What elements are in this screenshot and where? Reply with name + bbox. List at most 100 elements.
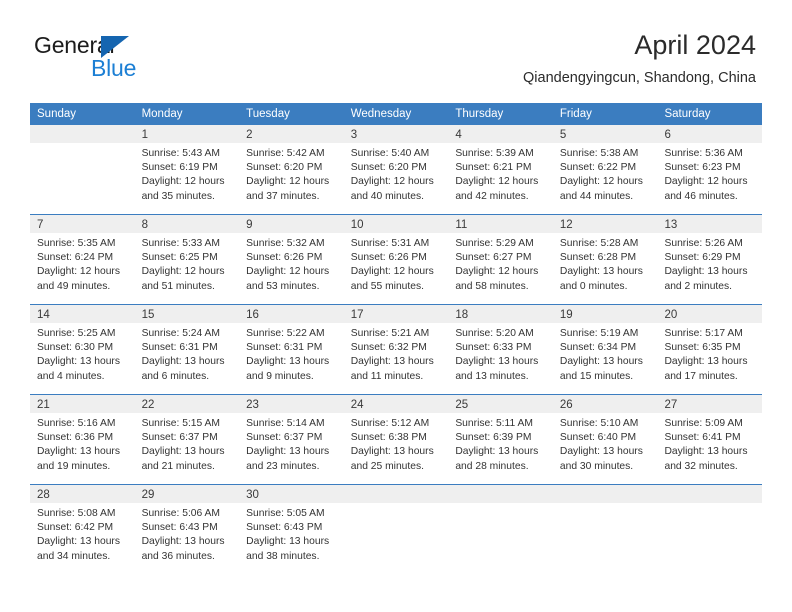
weekday-header-sunday: Sunday bbox=[37, 108, 77, 120]
calendar-day-cell[interactable]: 30 Sunrise: 5:05 AM Sunset: 6:43 PM Dayligh… bbox=[239, 485, 344, 574]
day-detail-line: Sunset: 6:34 PM bbox=[559, 342, 637, 354]
calendar-day-cell[interactable]: 6 Sunrise: 5:36 AM Sunset: 6:23 PM Daylight… bbox=[657, 125, 763, 214]
day-detail-line: Sunset: 6:39 PM bbox=[455, 432, 532, 444]
day-detail-line: Sunrise: 5:26 AM bbox=[664, 238, 743, 249]
day-details: Sunrise: 5:29 AM Sunset: 6:27 PM Daylight:… bbox=[448, 233, 553, 294]
day-detail-line: Sunrise: 5:39 AM bbox=[455, 148, 534, 159]
calendar-week-row: 28 Sunrise: 5:08 AM Sunset: 6:42 PM Dayligh… bbox=[30, 484, 763, 574]
day-number: 21 bbox=[37, 399, 50, 411]
day-number-band: 24 bbox=[343, 395, 449, 413]
day-number-band bbox=[343, 485, 449, 503]
calendar-day-cell[interactable]: 4 Sunrise: 5:39 AM Sunset: 6:21 PM Daylight… bbox=[448, 125, 553, 214]
calendar-day-cell[interactable]: 14 Sunrise: 5:25 AM Sunset: 6:30 PM Dayligh… bbox=[30, 305, 135, 394]
calendar-day-cell[interactable]: 26 Sunrise: 5:10 AM Sunset: 6:40 PM Dayligh… bbox=[552, 395, 658, 484]
day-details: Sunrise: 5:42 AM Sunset: 6:20 PM Daylight:… bbox=[239, 143, 344, 204]
day-details: Sunrise: 5:39 AM Sunset: 6:21 PM Daylight:… bbox=[448, 143, 553, 204]
day-number-band: 17 bbox=[343, 305, 449, 323]
calendar-empty-cell bbox=[448, 485, 553, 574]
day-detail-line: Daylight: 13 hours bbox=[559, 446, 643, 458]
day-detail-line: and 44 minutes. bbox=[559, 190, 634, 202]
day-detail-line: and 9 minutes. bbox=[246, 370, 314, 382]
calendar-day-cell[interactable]: 18 Sunrise: 5:20 AM Sunset: 6:33 PM Dayligh… bbox=[448, 305, 553, 394]
calendar-day-cell[interactable]: 24 Sunrise: 5:12 AM Sunset: 6:38 PM Dayligh… bbox=[343, 395, 449, 484]
page-subtitle: Qiandengyingcun, Shandong, China bbox=[523, 70, 756, 86]
calendar-day-cell[interactable]: 11 Sunrise: 5:29 AM Sunset: 6:27 PM Dayligh… bbox=[448, 215, 553, 304]
day-detail-line: Daylight: 12 hours bbox=[37, 266, 120, 278]
weekday-header-thursday: Thursday bbox=[455, 108, 504, 120]
calendar-day-cell[interactable]: 28 Sunrise: 5:08 AM Sunset: 6:42 PM Dayligh… bbox=[30, 485, 135, 574]
day-detail-line: and 51 minutes. bbox=[141, 280, 215, 292]
day-detail-line: and 6 minutes. bbox=[141, 370, 210, 382]
day-detail-line: and 19 minutes. bbox=[37, 460, 111, 472]
day-detail-line: Daylight: 12 hours bbox=[350, 176, 434, 188]
calendar-day-cell[interactable]: 15 Sunrise: 5:24 AM Sunset: 6:31 PM Dayligh… bbox=[134, 305, 240, 394]
day-detail-line: Sunset: 6:31 PM bbox=[246, 342, 323, 354]
day-detail-line: and 4 minutes. bbox=[37, 370, 105, 382]
calendar-day-cell[interactable]: 27 Sunrise: 5:09 AM Sunset: 6:41 PM Dayligh… bbox=[657, 395, 763, 484]
day-detail-line: Sunset: 6:25 PM bbox=[141, 252, 218, 264]
calendar-day-cell[interactable]: 21 Sunrise: 5:16 AM Sunset: 6:36 PM Dayligh… bbox=[30, 395, 135, 484]
day-number-band: 20 bbox=[657, 305, 763, 323]
calendar-day-cell[interactable]: 22 Sunrise: 5:15 AM Sunset: 6:37 PM Dayligh… bbox=[134, 395, 240, 484]
calendar-day-cell[interactable]: 5 Sunrise: 5:38 AM Sunset: 6:22 PM Daylight… bbox=[552, 125, 658, 214]
day-detail-line: and 55 minutes. bbox=[350, 280, 425, 292]
day-number-band: 21 bbox=[30, 395, 135, 413]
weekday-header-row: Sunday Monday Tuesday Wednesday Thursday… bbox=[30, 103, 762, 125]
day-number: 16 bbox=[246, 309, 259, 321]
day-detail-line: Sunset: 6:31 PM bbox=[141, 342, 218, 354]
day-detail-line: and 46 minutes. bbox=[664, 190, 738, 202]
day-number: 24 bbox=[350, 399, 364, 411]
day-detail-line: and 36 minutes. bbox=[141, 550, 215, 562]
calendar-day-cell[interactable]: 19 Sunrise: 5:19 AM Sunset: 6:34 PM Dayligh… bbox=[552, 305, 658, 394]
calendar-day-cell[interactable]: 7 Sunrise: 5:35 AM Sunset: 6:24 PM Daylight… bbox=[30, 215, 135, 304]
calendar-day-cell[interactable]: 13 Sunrise: 5:26 AM Sunset: 6:29 PM Dayligh… bbox=[657, 215, 763, 304]
day-details bbox=[30, 143, 135, 147]
day-detail-line: Sunrise: 5:42 AM bbox=[246, 148, 325, 159]
calendar-day-cell[interactable]: 2 Sunrise: 5:42 AM Sunset: 6:20 PM Daylight… bbox=[239, 125, 344, 214]
calendar-day-cell[interactable]: 29 Sunrise: 5:06 AM Sunset: 6:43 PM Dayligh… bbox=[134, 485, 240, 574]
day-detail-line: Sunset: 6:20 PM bbox=[350, 162, 427, 174]
day-detail-line: and 13 minutes. bbox=[455, 370, 529, 382]
day-detail-line: Daylight: 13 hours bbox=[141, 356, 225, 368]
calendar-day-cell[interactable]: 10 Sunrise: 5:31 AM Sunset: 6:26 PM Dayligh… bbox=[343, 215, 449, 304]
day-number: 23 bbox=[246, 399, 259, 411]
day-number-band: 23 bbox=[239, 395, 344, 413]
day-detail-line: Daylight: 13 hours bbox=[37, 356, 120, 368]
day-number-band: 9 bbox=[239, 215, 344, 233]
calendar-empty-cell bbox=[552, 485, 658, 574]
calendar-day-cell[interactable]: 16 Sunrise: 5:22 AM Sunset: 6:31 PM Dayligh… bbox=[239, 305, 344, 394]
day-detail-line: Daylight: 13 hours bbox=[559, 266, 643, 278]
day-detail-line: Daylight: 13 hours bbox=[455, 446, 539, 458]
day-detail-line: and 34 minutes. bbox=[37, 550, 111, 562]
day-detail-line: Sunrise: 5:35 AM bbox=[37, 238, 116, 249]
day-detail-line: Sunrise: 5:43 AM bbox=[141, 148, 220, 159]
day-detail-line: and 58 minutes. bbox=[455, 280, 529, 292]
day-detail-line: Sunset: 6:42 PM bbox=[37, 522, 114, 534]
day-details: Sunrise: 5:33 AM Sunset: 6:25 PM Daylight:… bbox=[135, 233, 240, 294]
day-detail-line: Sunrise: 5:16 AM bbox=[37, 418, 116, 429]
day-number-band: 4 bbox=[448, 125, 553, 143]
day-number: 5 bbox=[559, 129, 567, 141]
day-number-band: 14 bbox=[30, 305, 135, 323]
calendar-day-cell[interactable]: 23 Sunrise: 5:14 AM Sunset: 6:37 PM Dayligh… bbox=[239, 395, 344, 484]
calendar-day-cell[interactable]: 20 Sunrise: 5:17 AM Sunset: 6:35 PM Dayligh… bbox=[657, 305, 763, 394]
day-number-band bbox=[552, 485, 658, 503]
calendar-day-cell[interactable]: 8 Sunrise: 5:33 AM Sunset: 6:25 PM Daylight… bbox=[134, 215, 240, 304]
calendar-day-cell[interactable]: 17 Sunrise: 5:21 AM Sunset: 6:32 PM Dayligh… bbox=[343, 305, 449, 394]
calendar-day-cell[interactable]: 1 Sunrise: 5:43 AM Sunset: 6:19 PM Daylight… bbox=[134, 125, 240, 214]
weekday-header-tuesday: Tuesday bbox=[246, 108, 290, 120]
calendar-day-cell[interactable]: 3 Sunrise: 5:40 AM Sunset: 6:20 PM Daylight… bbox=[343, 125, 449, 214]
day-detail-line: Daylight: 12 hours bbox=[246, 176, 330, 188]
day-number-band: 5 bbox=[552, 125, 658, 143]
day-detail-line: Sunrise: 5:31 AM bbox=[350, 238, 430, 249]
day-detail-line: Daylight: 12 hours bbox=[141, 266, 225, 278]
day-detail-line: Daylight: 13 hours bbox=[664, 266, 748, 278]
day-detail-line: and 2 minutes. bbox=[664, 280, 733, 292]
calendar-day-cell[interactable]: 25 Sunrise: 5:11 AM Sunset: 6:39 PM Dayligh… bbox=[448, 395, 553, 484]
calendar-day-cell[interactable]: 12 Sunrise: 5:28 AM Sunset: 6:28 PM Dayligh… bbox=[552, 215, 658, 304]
day-detail-line: Sunset: 6:19 PM bbox=[141, 162, 218, 174]
day-number: 17 bbox=[350, 309, 364, 321]
day-number: 18 bbox=[455, 309, 469, 321]
day-detail-line: and 40 minutes. bbox=[350, 190, 425, 202]
calendar-day-cell[interactable]: 9 Sunrise: 5:32 AM Sunset: 6:26 PM Daylight… bbox=[239, 215, 344, 304]
